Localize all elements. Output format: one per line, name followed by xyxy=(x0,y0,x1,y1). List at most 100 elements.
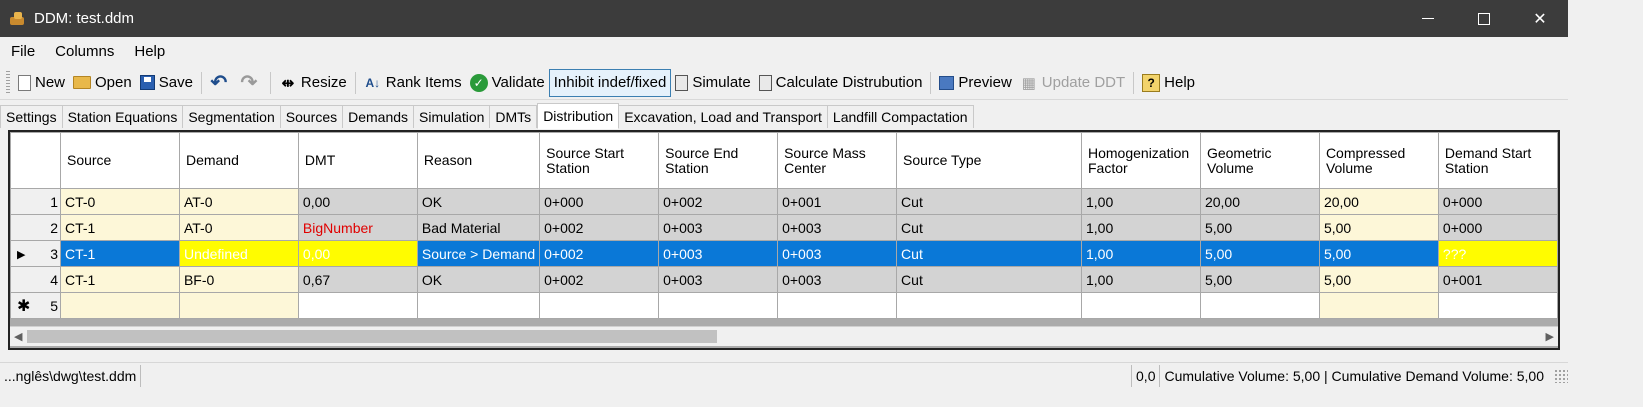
close-button[interactable]: ✕ xyxy=(1512,0,1568,37)
cell-compressed-volume[interactable]: 5,00 xyxy=(1318,214,1439,241)
row-number[interactable]: ▶ 3 xyxy=(10,240,61,267)
tab-segmentation[interactable]: Segmentation xyxy=(183,105,281,128)
cell-source[interactable] xyxy=(59,292,180,319)
column-header[interactable]: Source Mass Center xyxy=(777,132,898,189)
cell-demand-start[interactable]: 0+000 xyxy=(1437,214,1558,241)
table-row-selected[interactable]: ▶ 3 CT-1 Undefined 0,00 Source > Demand 0… xyxy=(10,240,1558,267)
cell-compressed-volume[interactable] xyxy=(1318,292,1439,319)
cell-demand-start[interactable]: 0+001 xyxy=(1437,266,1558,293)
update-ddt-button[interactable]: ▦ Update DDT xyxy=(1016,69,1129,97)
calculate-distribution-button[interactable]: Calculate Distrubution xyxy=(755,69,927,97)
row-number[interactable]: 4 xyxy=(10,266,61,293)
cell-geometric-volume[interactable]: 20,00 xyxy=(1199,188,1320,215)
resize-grip-icon[interactable] xyxy=(1554,368,1568,383)
cell-geometric-volume[interactable]: 5,00 xyxy=(1199,266,1320,293)
tab-sources[interactable]: Sources xyxy=(280,105,344,128)
cell-source-end[interactable]: 0+003 xyxy=(658,240,779,267)
simulate-button[interactable]: Simulate xyxy=(671,69,754,97)
tab-settings[interactable]: Settings xyxy=(0,105,63,128)
column-header[interactable]: Source Start Station xyxy=(539,132,660,189)
cell-compressed-volume[interactable]: 5,00 xyxy=(1318,266,1439,293)
cell-mass-center[interactable] xyxy=(777,292,898,319)
cell-reason[interactable]: Source > Demand xyxy=(416,240,541,267)
open-button[interactable]: Open xyxy=(69,69,136,97)
cell-mass-center[interactable]: 0+003 xyxy=(777,214,898,241)
row-header-corner[interactable] xyxy=(10,132,61,189)
scroll-right-icon[interactable]: ▶ xyxy=(1546,330,1554,343)
tab-simulation[interactable]: Simulation xyxy=(414,105,491,128)
cell-homogenization[interactable]: 1,00 xyxy=(1080,214,1201,241)
cell-compressed-volume[interactable]: 20,00 xyxy=(1318,188,1439,215)
cell-dmt[interactable]: 0,00 xyxy=(297,188,418,215)
cell-geometric-volume[interactable]: 5,00 xyxy=(1199,240,1320,267)
column-header[interactable]: Source xyxy=(59,132,180,189)
cell-dmt[interactable]: 0,67 xyxy=(297,266,418,293)
cell-source-start[interactable]: 0+000 xyxy=(539,188,660,215)
cell-compressed-volume[interactable]: 5,00 xyxy=(1318,240,1439,267)
tab-dmts[interactable]: DMTs xyxy=(490,105,538,128)
tab-excavation[interactable]: Excavation, Load and Transport xyxy=(619,105,828,128)
cell-demand[interactable]: Undefined xyxy=(178,240,299,267)
cell-demand-start[interactable]: ??? xyxy=(1437,240,1558,267)
cell-source-type[interactable]: Cut xyxy=(896,214,1082,241)
cell-dmt[interactable] xyxy=(297,292,418,319)
cell-source-type[interactable]: Cut xyxy=(896,266,1082,293)
cell-source-start[interactable]: 0+002 xyxy=(539,214,660,241)
redo-button[interactable]: ↷ xyxy=(236,69,266,97)
cell-source-start[interactable] xyxy=(539,292,660,319)
cell-demand[interactable]: AT-0 xyxy=(178,188,299,215)
column-header[interactable]: Source Type xyxy=(896,132,1082,189)
cell-source-end[interactable] xyxy=(658,292,779,319)
validate-button[interactable]: ✓ Validate xyxy=(466,69,549,97)
distribution-grid[interactable]: Source Demand DMT Reason Source Start St… xyxy=(8,130,1560,350)
row-number[interactable]: 2 xyxy=(10,214,61,241)
tab-distribution[interactable]: Distribution xyxy=(537,103,620,129)
tab-station-equations[interactable]: Station Equations xyxy=(62,105,184,128)
cell-mass-center[interactable]: 0+003 xyxy=(777,266,898,293)
column-header[interactable]: Reason xyxy=(416,132,541,189)
table-row[interactable]: 4 CT-1 BF-0 0,67 OK 0+002 0+003 0+003 Cu… xyxy=(10,266,1558,293)
maximize-button[interactable] xyxy=(1456,0,1512,37)
menu-help[interactable]: Help xyxy=(125,43,174,60)
horizontal-scrollbar[interactable]: ◀ ▶ xyxy=(10,326,1558,346)
cell-mass-center[interactable]: 0+003 xyxy=(777,240,898,267)
column-header[interactable]: Geometric Volume xyxy=(1199,132,1320,189)
cell-source[interactable]: CT-1 xyxy=(59,240,180,267)
new-button[interactable]: New xyxy=(14,69,69,97)
cell-reason[interactable] xyxy=(416,292,541,319)
cell-source-type[interactable]: Cut xyxy=(896,240,1082,267)
cell-mass-center[interactable]: 0+001 xyxy=(777,188,898,215)
cell-geometric-volume[interactable]: 5,00 xyxy=(1199,214,1320,241)
cell-dmt[interactable]: BigNumber xyxy=(297,214,418,241)
toolbar-grip[interactable] xyxy=(6,70,10,95)
new-row[interactable]: ✱ 5 xyxy=(10,292,1558,319)
column-header[interactable]: Homogenization Factor xyxy=(1080,132,1201,189)
column-header[interactable]: Compressed Volume xyxy=(1318,132,1439,189)
cell-demand[interactable]: BF-0 xyxy=(178,266,299,293)
column-header[interactable]: Source End Station xyxy=(658,132,779,189)
cell-homogenization[interactable]: 1,00 xyxy=(1080,266,1201,293)
scrollbar-thumb[interactable] xyxy=(27,330,717,343)
cell-source-end[interactable]: 0+002 xyxy=(658,188,779,215)
cell-source[interactable]: CT-1 xyxy=(59,266,180,293)
cell-reason[interactable]: OK xyxy=(416,266,541,293)
tab-landfill[interactable]: Landfill Compactation xyxy=(827,105,974,128)
scroll-left-icon[interactable]: ◀ xyxy=(14,330,22,343)
cell-homogenization[interactable]: 1,00 xyxy=(1080,188,1201,215)
cell-demand[interactable] xyxy=(178,292,299,319)
row-number[interactable]: 1 xyxy=(10,188,61,215)
cell-demand[interactable]: AT-0 xyxy=(178,214,299,241)
cell-demand-start[interactable] xyxy=(1437,292,1558,319)
preview-button[interactable]: Preview xyxy=(935,69,1015,97)
menu-columns[interactable]: Columns xyxy=(46,43,123,60)
undo-button[interactable]: ↶ xyxy=(206,69,236,97)
cell-source[interactable]: CT-0 xyxy=(59,188,180,215)
save-button[interactable]: Save xyxy=(136,69,197,97)
cell-reason[interactable]: OK xyxy=(416,188,541,215)
column-header[interactable]: Demand xyxy=(178,132,299,189)
table-row[interactable]: 1 CT-0 AT-0 0,00 OK 0+000 0+002 0+001 Cu… xyxy=(10,188,1558,215)
table-row[interactable]: 2 CT-1 AT-0 BigNumber Bad Material 0+002… xyxy=(10,214,1558,241)
cell-source-start[interactable]: 0+002 xyxy=(539,240,660,267)
cell-reason[interactable]: Bad Material xyxy=(416,214,541,241)
row-number[interactable]: ✱ 5 xyxy=(10,292,61,319)
